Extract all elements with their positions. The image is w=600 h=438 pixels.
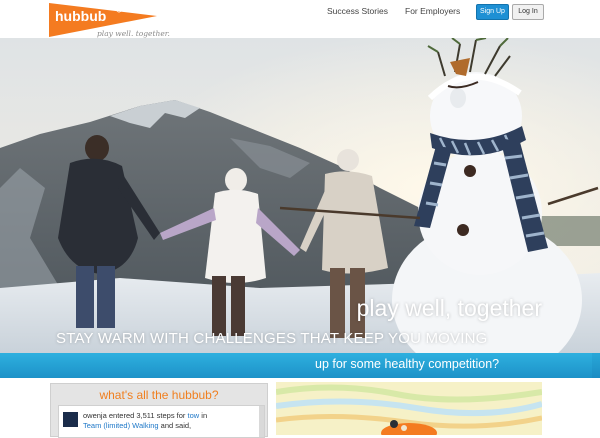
top-bar: hubbub play well. together. Success Stor… <box>0 0 600 38</box>
hero-subtitle: STAY WARM WITH CHALLENGES THAT KEEP YOU … <box>56 330 488 347</box>
logo-text: hubbub <box>55 8 106 24</box>
tagline: play well. together. <box>97 29 170 38</box>
feed-link-team[interactable]: Team (limited) Walking <box>83 421 159 430</box>
feed-item: owenja entered 3,511 steps for tow in Te… <box>83 411 263 431</box>
nav-success-stories[interactable]: Success Stories <box>327 6 388 16</box>
hero-banner: play well, together STAY WARM WITH CHALL… <box>0 38 600 353</box>
log-in-button[interactable]: Log In <box>512 4 544 20</box>
sign-up-button[interactable]: Sign Up <box>476 4 509 20</box>
hero-title: play well, together <box>356 295 542 321</box>
activity-feed: owenja entered 3,511 steps for tow in Te… <box>58 405 265 438</box>
nav-for-employers[interactable]: For Employers <box>405 6 460 16</box>
feed-item-prefix: owenja entered 3,511 steps for <box>83 411 186 420</box>
feed-link-tow[interactable]: tow <box>188 411 200 420</box>
feed-scrollbar[interactable] <box>259 406 264 437</box>
cta-band-text[interactable]: up for some healthy competition? <box>315 357 499 371</box>
cta-band: up for some healthy competition? <box>0 353 600 378</box>
promo-illustration <box>276 382 542 435</box>
feed-item-mid: in <box>201 411 208 420</box>
activity-panel-title: what's all the hubbub? <box>99 388 219 402</box>
avatar[interactable] <box>63 412 78 427</box>
feed-item-suffix: and said, <box>160 421 192 430</box>
activity-panel: what's all the hubbub? owenja entered 3,… <box>50 383 268 438</box>
promo-panel <box>276 382 542 435</box>
cta-band-fill <box>0 353 592 378</box>
